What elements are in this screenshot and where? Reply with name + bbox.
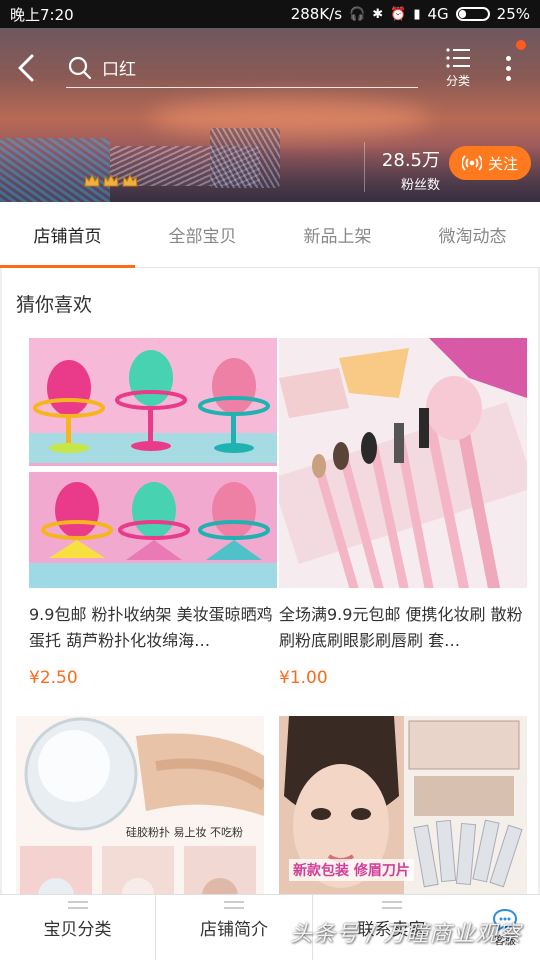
nav-label: 店铺简介 bbox=[200, 920, 268, 940]
network-type: 4G bbox=[427, 5, 449, 23]
battery-percent: 25% bbox=[496, 5, 530, 23]
recommendations-section: 猜你喜欢 9.9包邮 粉扑收纳架 美妆蛋晾晒鸡蛋托 葫芦粉扑化妆绵海… ¥2.5… bbox=[0, 268, 540, 894]
crown-icon bbox=[122, 174, 138, 187]
alarm-icon: ⏰ bbox=[390, 6, 407, 22]
product-image-silicone-puff[interactable]: 硅胶粉扑 易上妆 不吃粉 bbox=[16, 716, 264, 894]
section-title: 猜你喜欢 bbox=[16, 294, 93, 316]
network-speed: 288K/s bbox=[290, 5, 343, 23]
product-price: ¥1.00 bbox=[279, 668, 328, 688]
chevron-left-icon bbox=[18, 54, 34, 82]
category-button[interactable]: 分类 bbox=[436, 46, 480, 96]
list-icon bbox=[446, 48, 470, 68]
search-query: 口红 bbox=[102, 60, 136, 80]
category-label: 分类 bbox=[445, 74, 470, 88]
product-card[interactable]: 9.9包邮 粉扑收纳架 美妆蛋晾晒鸡蛋托 葫芦粉扑化妆绵海… ¥2.50 bbox=[29, 338, 279, 688]
tab-all-items[interactable]: 全部宝贝 bbox=[135, 202, 270, 267]
product-image-makeup-brushes[interactable] bbox=[279, 338, 527, 588]
fans-label: 粉丝数 bbox=[400, 178, 440, 193]
status-time: 晚上7:20 bbox=[10, 5, 74, 24]
menu-icon bbox=[67, 901, 88, 909]
crown-icon bbox=[103, 174, 119, 187]
broadcast-icon bbox=[461, 155, 482, 171]
bluetooth-icon: ✱ bbox=[372, 6, 384, 22]
more-dots-icon bbox=[505, 55, 511, 61]
more-menu-button[interactable] bbox=[496, 50, 520, 86]
follow-label: 关注 bbox=[487, 154, 518, 173]
search-bar[interactable]: 口红 bbox=[66, 48, 418, 88]
product-card[interactable]: 全场满9.9元包邮 便携化妆刷 散粉刷粉底刷眼影刷唇刷 套… ¥1.00 bbox=[279, 338, 529, 688]
fans-info: 28.5万 粉丝数 bbox=[364, 142, 440, 193]
tab-new-arrivals[interactable]: 新品上架 bbox=[270, 202, 405, 267]
follow-button[interactable]: 关注 bbox=[449, 146, 531, 180]
tab-shop-home[interactable]: 店铺首页 bbox=[0, 202, 135, 268]
menu-icon bbox=[224, 901, 244, 909]
product-image-sponge-holders[interactable] bbox=[29, 338, 277, 588]
image-caption: 新款包装 修眉刀片 bbox=[289, 859, 414, 881]
status-bar: 晚上7:20 288K/s 🎧 ✱ ⏰ ▮ 4G 25% bbox=[0, 0, 540, 28]
signal-icon: ▮ bbox=[413, 6, 421, 22]
shop-rating-crowns bbox=[84, 174, 138, 187]
product-price: ¥2.50 bbox=[29, 668, 78, 688]
redacted-shop-logo bbox=[0, 138, 110, 202]
shop-header: 口红 分类 28.5万 粉丝数 关注 bbox=[0, 28, 540, 202]
shop-tabs: 店铺首页 全部宝贝 新品上架 微淘动态 bbox=[0, 202, 540, 268]
product-title[interactable]: 9.9包邮 粉扑收纳架 美妆蛋晾晒鸡蛋托 葫芦粉扑化妆绵海… bbox=[29, 602, 279, 654]
battery-icon bbox=[455, 7, 490, 21]
notification-dot bbox=[516, 40, 526, 50]
product-title[interactable]: 全场满9.9元包邮 便携化妆刷 散粉刷粉底刷眼影刷唇刷 套… bbox=[279, 602, 529, 654]
tab-weitao-feed[interactable]: 微淘动态 bbox=[405, 202, 540, 267]
redacted-shop-info bbox=[210, 128, 280, 188]
product-image-eyebrow-razor[interactable]: 新款包装 修眉刀片 bbox=[279, 716, 527, 894]
headphone-icon: 🎧 bbox=[349, 6, 366, 22]
fans-count: 28.5万 bbox=[381, 150, 440, 171]
watermark-text: 头条号 / 万瞳商业观察 bbox=[290, 922, 522, 947]
search-icon bbox=[68, 56, 92, 79]
menu-icon bbox=[381, 901, 402, 909]
product-card[interactable]: 新款包装 修眉刀片 bbox=[279, 716, 529, 894]
image-caption: 硅胶粉扑 易上妆 不吃粉 bbox=[126, 826, 243, 839]
nav-item-categories[interactable]: 宝贝分类 bbox=[0, 895, 156, 960]
back-button[interactable] bbox=[12, 50, 44, 86]
crown-icon bbox=[84, 174, 100, 187]
nav-label: 宝贝分类 bbox=[43, 920, 112, 940]
product-card[interactable]: 硅胶粉扑 易上妆 不吃粉 bbox=[16, 716, 266, 894]
